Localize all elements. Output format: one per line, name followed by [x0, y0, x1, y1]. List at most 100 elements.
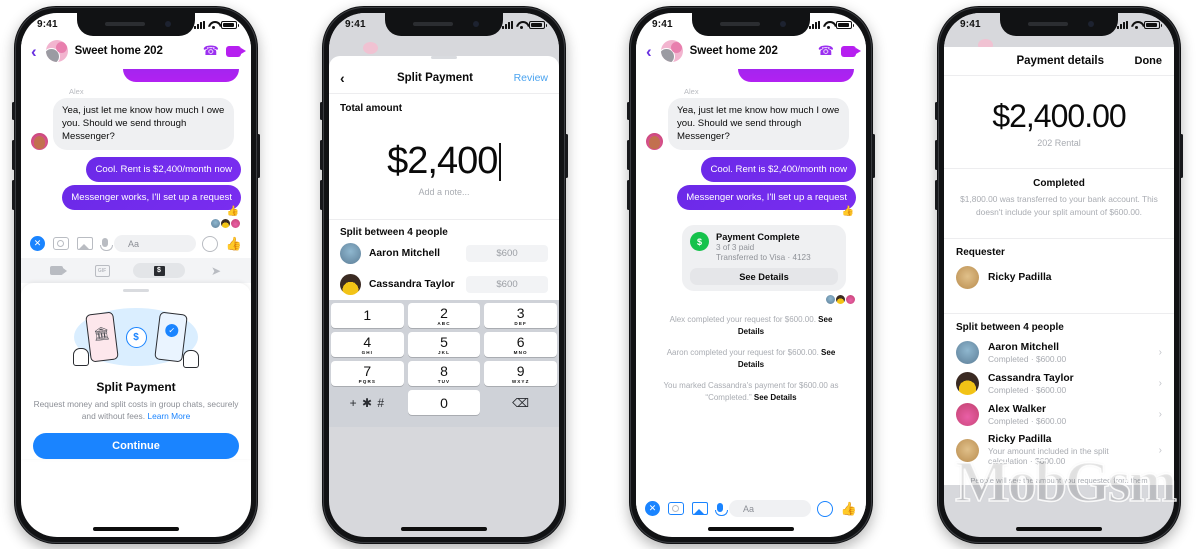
sheet-nav-bar: ‹ Split Payment Review	[329, 63, 559, 94]
voice-button[interactable]	[714, 502, 728, 516]
group-avatar[interactable]	[45, 40, 68, 62]
keypad-key-2[interactable]: 2 ABC	[407, 303, 481, 328]
group-avatar[interactable]	[660, 40, 683, 62]
keypad-key-9[interactable]: 9 WXYZ	[484, 361, 557, 386]
keypad-key-7[interactable]: 7 PQRS	[331, 361, 404, 386]
review-button[interactable]: Review	[510, 72, 548, 84]
phone3-chat-body: Alex Yea, just let me know how much I ow…	[636, 69, 866, 405]
person-amount-input[interactable]: $600	[466, 245, 548, 262]
key-number: 5	[440, 333, 448, 350]
keypad-key-6[interactable]: 6 MNO	[484, 332, 557, 357]
keypad-key-1[interactable]: 1	[331, 303, 404, 328]
keypad-key-8[interactable]: 8 TUV	[407, 361, 481, 386]
wifi-icon	[1131, 21, 1141, 29]
video-call-icon[interactable]	[841, 45, 861, 57]
key-number: 6	[516, 333, 525, 350]
outgoing-message-bubble[interactable]: Messenger works, I'll set up a request	[62, 184, 241, 211]
key-number: 4	[363, 333, 372, 350]
key-letters: ABC	[437, 320, 451, 326]
continue-button[interactable]: Continue	[33, 432, 239, 459]
outgoing-message-bubble[interactable]: Cool. Rent is $2,400/month now	[86, 156, 241, 182]
status-time: 9:41	[652, 19, 673, 30]
status-time: 9:41	[960, 19, 981, 30]
see-details-link[interactable]: See Details	[754, 393, 797, 402]
split-person-row[interactable]: Ricky Padilla Your amount included in th…	[944, 430, 1174, 470]
tray-location-button[interactable]: ➤	[201, 263, 231, 278]
back-chevron-icon[interactable]: ‹	[29, 43, 39, 60]
avatar	[956, 438, 979, 462]
split-person-row[interactable]: Cassandra Taylor Completed · $600.00 ›	[944, 368, 1174, 399]
payment-card-line2: Transferred to Visa · 4123	[716, 253, 811, 263]
message-input[interactable]: Aa	[729, 500, 811, 517]
incoming-message-bubble[interactable]: Yea, just let me know how much I owe you…	[668, 98, 849, 150]
outgoing-messages: Cool. Rent is $2,400/month now Messenger…	[31, 156, 241, 211]
person-text: Alex Walker Completed · $600.00	[988, 404, 1150, 426]
back-chevron-icon[interactable]: ‹	[644, 43, 654, 60]
requester-row[interactable]: Ricky Padilla	[944, 262, 1174, 293]
video-call-icon[interactable]	[226, 45, 246, 57]
keypad-key-5[interactable]: 5 JKL	[407, 332, 481, 357]
backspace-icon: ⌫	[512, 395, 530, 410]
person-amount-input[interactable]: $600	[466, 276, 548, 293]
home-indicator[interactable]	[1016, 527, 1102, 531]
key-number: 3	[516, 304, 525, 321]
keypad-key-0[interactable]: 0	[407, 390, 481, 415]
done-button[interactable]: Done	[1135, 55, 1163, 67]
camera-button[interactable]	[53, 237, 69, 251]
home-indicator[interactable]	[708, 527, 794, 531]
message-input[interactable]: Aa	[114, 235, 196, 253]
gallery-button[interactable]	[692, 502, 708, 515]
payment-complete-card[interactable]: $ Payment Complete 3 of 3 paid Transferr…	[682, 225, 846, 292]
split-person-row[interactable]: Cassandra Taylor $600	[329, 269, 559, 300]
sheet-grabber[interactable]	[123, 289, 149, 293]
like-button[interactable]: 👍	[226, 236, 242, 252]
incoming-message-bubble[interactable]: Yea, just let me know how much I owe you…	[53, 98, 234, 150]
see-details-button[interactable]: See Details	[690, 268, 838, 286]
gallery-button[interactable]	[77, 237, 93, 251]
phone-2-split-payment-entry: 9:41 ‹ Split Payment Review Total amount…	[320, 6, 568, 544]
phone-call-icon[interactable]: ☎	[818, 43, 834, 59]
emoji-button[interactable]	[816, 500, 833, 517]
camera-button[interactable]	[668, 502, 684, 515]
outgoing-message-bubble[interactable]: Messenger works, I'll set up a request	[677, 184, 856, 211]
keypad-backspace-key[interactable]: ⌫	[484, 390, 557, 415]
like-button[interactable]: 👍	[841, 501, 857, 517]
close-icon: ✕	[30, 236, 45, 252]
tray-video-button[interactable]	[41, 263, 71, 278]
earpiece-speaker	[105, 22, 145, 26]
phone-1-chat-split-intro: 9:41 ‹ Sweet home 202 ☎ Alex Yea, just l…	[12, 6, 260, 544]
outgoing-message-bubble[interactable]: Cool. Rent is $2,400/month now	[701, 156, 856, 182]
tray-gif-button[interactable]: GIF	[87, 263, 117, 278]
learn-more-link[interactable]: Learn More	[147, 411, 190, 421]
back-chevron-icon[interactable]: ‹	[340, 70, 360, 86]
close-tray-button[interactable]: ✕	[645, 501, 660, 516]
sheet-grabber[interactable]	[431, 56, 457, 59]
earpiece-speaker	[1028, 22, 1068, 26]
key-letters: WXYZ	[511, 378, 530, 384]
section-divider	[944, 168, 1174, 169]
keypad-key-symbols[interactable]: + ✱ #	[331, 390, 404, 415]
split-person-row[interactable]: Aaron Mitchell Completed · $600.00 ›	[944, 337, 1174, 368]
phone2-volume-up	[320, 140, 323, 170]
note-input[interactable]: Add a note...	[329, 187, 559, 197]
text-caret	[499, 142, 501, 181]
tray-payment-button[interactable]: $	[133, 263, 185, 279]
phone1-chat-header: ‹ Sweet home 202 ☎	[21, 36, 251, 69]
phone2-notch	[385, 13, 503, 36]
amount-input[interactable]: $2,400	[329, 140, 559, 183]
phone1-power-button	[257, 134, 260, 178]
split-payment-illustration: 🏛 $ ✓	[21, 296, 251, 378]
home-indicator[interactable]	[93, 527, 179, 531]
voice-button[interactable]	[99, 237, 113, 251]
keypad-key-3[interactable]: 3 DEF	[484, 303, 557, 328]
front-camera	[780, 21, 786, 27]
home-indicator[interactable]	[401, 527, 487, 531]
avatar	[363, 42, 378, 54]
split-person-row[interactable]: Alex Walker Completed · $600.00 ›	[944, 399, 1174, 430]
split-person-row[interactable]: Aaron Mitchell $600	[329, 238, 559, 269]
phone1-composer: ✕ Aa 👍	[21, 229, 251, 259]
close-tray-button[interactable]: ✕	[30, 236, 45, 252]
emoji-button[interactable]	[201, 235, 218, 252]
phone-call-icon[interactable]: ☎	[203, 43, 219, 59]
keypad-key-4[interactable]: 4 GHI	[331, 332, 404, 357]
